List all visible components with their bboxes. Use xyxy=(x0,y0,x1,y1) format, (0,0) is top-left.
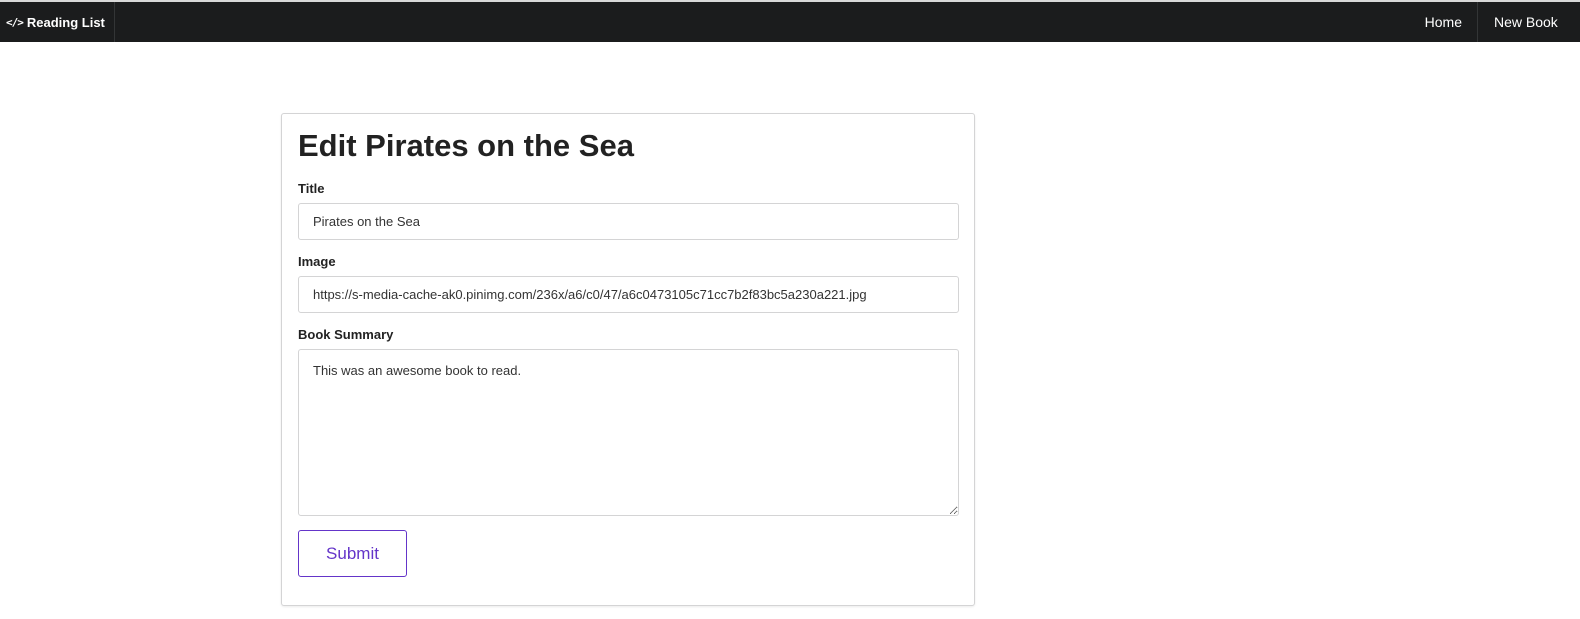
book-summary-label: Book Summary xyxy=(298,327,394,342)
title-label: Title xyxy=(298,181,325,196)
book-summary-textarea[interactable]: This was an awesome book to read. xyxy=(298,349,959,516)
submit-button[interactable]: Submit xyxy=(298,530,407,577)
nav-new-book-link[interactable]: New Book xyxy=(1478,2,1580,42)
nav-home-link[interactable]: Home xyxy=(1425,2,1478,42)
brand-label: Reading List xyxy=(26,14,105,30)
edit-book-card: Edit Pirates on the Sea Title Image Book… xyxy=(281,113,975,606)
nav-menu: Home New Book xyxy=(1425,2,1580,42)
image-label: Image xyxy=(298,254,336,269)
page-title: Edit Pirates on the Sea xyxy=(298,128,634,163)
brand-link[interactable]: </> Reading List xyxy=(0,2,115,42)
title-input[interactable] xyxy=(298,203,959,240)
top-navbar: </> Reading List Home New Book xyxy=(0,0,1580,42)
code-icon: </> xyxy=(6,15,24,29)
image-url-input[interactable] xyxy=(298,276,959,313)
